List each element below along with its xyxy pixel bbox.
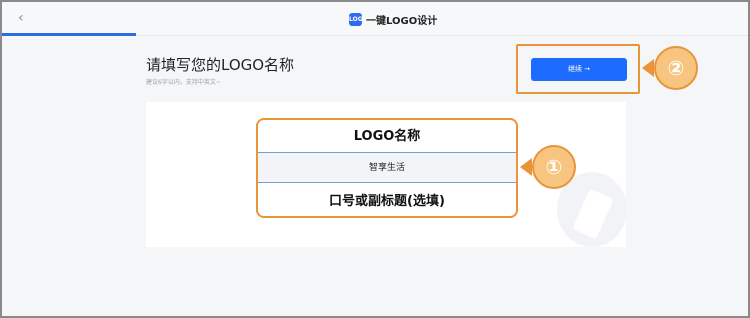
badge-1-pointer	[520, 158, 532, 176]
app-name: 一键LOGO设计	[366, 15, 438, 27]
logo-name-label: LOGO名称	[353, 129, 421, 144]
slogan-label[interactable]: 口号或副标题(选填)	[258, 190, 516, 214]
annotation-badge-1: ①	[532, 145, 576, 189]
badge-2-pointer	[642, 59, 654, 77]
logo-form: LOGO名称 智享生活 口号或副标题(选填)	[256, 118, 518, 218]
step-progress-bar	[2, 33, 136, 36]
app-window: ‹ LOGO 一键LOGO设计 请填写您的LOGO名称 建议6字以内，支持中英文…	[0, 0, 750, 318]
logo-name-input[interactable]: 智享生活	[258, 152, 516, 183]
page-subtitle: 建议6字以内，支持中英文~	[146, 79, 221, 86]
annotation-badge-2: ②	[654, 46, 698, 90]
page-title: 请填写您的LOGO名称	[146, 56, 295, 74]
continue-button[interactable]: 继续 →	[531, 58, 627, 81]
chevron-left-icon[interactable]: ‹	[18, 9, 34, 27]
app-title: LOGO 一键LOGO设计	[349, 11, 437, 27]
top-bar: ‹ LOGO 一键LOGO设计	[2, 2, 748, 36]
app-logo-icon: LOGO	[349, 12, 368, 26]
